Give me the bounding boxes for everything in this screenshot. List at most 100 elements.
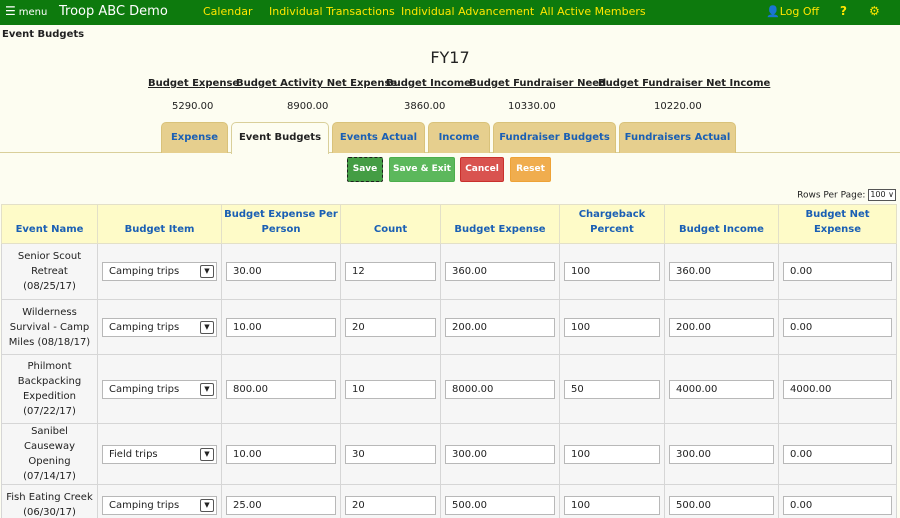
nav-link-individual-transactions[interactable]: Individual Transactions xyxy=(269,0,395,25)
summary-label-budget-expense: Budget Expense xyxy=(148,78,240,89)
expense-per-person-input[interactable] xyxy=(226,317,336,337)
save-button[interactable]: Save xyxy=(347,157,383,182)
chargeback-percent-cell xyxy=(559,243,665,300)
budget-net-expense-cell xyxy=(778,354,897,424)
budget-item-select[interactable]: Field trips ▼ xyxy=(102,444,217,464)
brand-title[interactable]: Troop ABC Demo xyxy=(59,0,168,25)
count-input[interactable] xyxy=(345,262,436,281)
tab-income[interactable]: Income xyxy=(428,122,490,153)
budget-income-cell xyxy=(664,299,779,355)
budget-expense-input[interactable] xyxy=(445,444,555,464)
gear-icon[interactable]: ⚙ xyxy=(869,0,880,25)
event-name-line: (07/22/17) xyxy=(23,406,76,417)
summary-label-fundraiser-net-income: Budget Fundraiser Net Income xyxy=(598,78,771,89)
chargeback-percent-input[interactable] xyxy=(564,317,660,337)
budget-income-input[interactable] xyxy=(669,444,774,464)
nav-link-calendar[interactable]: Calendar xyxy=(203,0,252,25)
budget-income-cell xyxy=(664,243,779,300)
col-header-event-name[interactable]: Event Name xyxy=(1,204,98,244)
budget-income-input[interactable] xyxy=(669,317,774,337)
col-header-budget-expense[interactable]: Budget Expense xyxy=(440,204,560,244)
nav-link-individual-advancement[interactable]: Individual Advancement xyxy=(401,0,534,25)
budget-item-cell: Camping trips ▼ xyxy=(97,484,222,518)
budget-net-expense-cell xyxy=(778,484,897,518)
count-cell xyxy=(340,423,441,485)
budget-item-select[interactable]: Camping trips ▼ xyxy=(102,379,217,399)
expense-per-person-input[interactable] xyxy=(226,379,336,399)
chargeback-percent-cell xyxy=(559,484,665,518)
chevron-down-icon: ▼ xyxy=(200,265,214,278)
budget-item-select[interactable]: Camping trips ▼ xyxy=(102,495,217,515)
cancel-button[interactable]: Cancel xyxy=(460,157,504,182)
col-header-budget-item[interactable]: Budget Item xyxy=(97,204,222,244)
event-name-line: Retreat xyxy=(31,266,68,277)
budget-expense-cell xyxy=(440,423,560,485)
count-input[interactable] xyxy=(345,317,436,337)
summary-value-budget-expense: 5290.00 xyxy=(172,101,214,112)
budget-item-value: Camping trips xyxy=(109,266,180,277)
budget-item-select[interactable]: Camping trips ▼ xyxy=(102,317,217,337)
reset-button[interactable]: Reset xyxy=(510,157,551,182)
help-icon[interactable]: ? xyxy=(840,0,847,25)
chargeback-percent-input[interactable] xyxy=(564,379,660,399)
expense-per-person-input[interactable] xyxy=(226,444,336,464)
budget-item-value: Field trips xyxy=(109,448,158,460)
summary-label-activity-net-expense: Budget Activity Net Expense xyxy=(236,78,398,89)
budget-expense-input[interactable] xyxy=(445,262,555,281)
col-header-budget-net-expense[interactable]: Budget Net Expense xyxy=(778,204,897,244)
menu-button[interactable]: ☰ menu xyxy=(5,0,47,25)
expense-per-person-cell xyxy=(221,484,341,518)
budget-net-expense-input[interactable] xyxy=(783,444,892,464)
expense-per-person-cell xyxy=(221,299,341,355)
table-row: Sanibel Causeway Opening (07/14/17) Field t… xyxy=(1,423,897,485)
rows-per-page-select[interactable]: 100 ∨ xyxy=(868,189,896,201)
count-input[interactable] xyxy=(345,444,436,464)
tab-events-actual[interactable]: Events Actual xyxy=(332,122,425,153)
col-header-expense-per-person[interactable]: Budget Expense Per Person xyxy=(221,204,341,244)
budget-expense-cell xyxy=(440,243,560,300)
count-input[interactable] xyxy=(345,495,436,515)
chargeback-percent-input[interactable] xyxy=(564,262,660,281)
budget-expense-input[interactable] xyxy=(445,317,555,337)
chargeback-percent-input[interactable] xyxy=(564,444,660,464)
table-row: Fish Eating Creek (06/30/17) Camping trips… xyxy=(1,484,897,518)
table-header-row: Event Name Budget Item Budget Expense Pe… xyxy=(1,204,897,244)
tab-fundraiser-budgets[interactable]: Fundraiser Budgets xyxy=(493,122,616,153)
col-header-budget-income[interactable]: Budget Income xyxy=(664,204,779,244)
budget-item-cell: Camping trips ▼ xyxy=(97,243,222,300)
nav-link-all-active-members[interactable]: All Active Members xyxy=(540,0,646,25)
budget-net-expense-input[interactable] xyxy=(783,317,892,337)
budget-net-expense-cell xyxy=(778,299,897,355)
chevron-down-icon: ∨ xyxy=(888,190,894,199)
tab-expense[interactable]: Expense xyxy=(161,122,228,153)
budget-expense-input[interactable] xyxy=(445,379,555,399)
budget-expense-input[interactable] xyxy=(445,495,555,515)
budget-net-expense-input[interactable] xyxy=(783,262,892,281)
event-name-line: Wilderness xyxy=(22,306,77,318)
event-name-line: Expedition xyxy=(22,391,77,402)
event-name-cell: Senior Scout Retreat (08/25/17) xyxy=(1,243,98,300)
budget-income-input[interactable] xyxy=(669,262,774,281)
logoff-link[interactable]: 👤Log Off xyxy=(766,0,819,25)
table-row: Senior Scout Retreat (08/25/17) Camping tri… xyxy=(1,243,897,300)
chargeback-percent-input[interactable] xyxy=(564,495,660,515)
budget-income-input[interactable] xyxy=(669,379,774,399)
event-name-line: Senior Scout xyxy=(17,251,82,262)
count-input[interactable] xyxy=(345,379,436,399)
expense-per-person-input[interactable] xyxy=(226,495,336,515)
budget-income-input[interactable] xyxy=(669,495,774,515)
tab-fundraisers-actual[interactable]: Fundraisers Actual xyxy=(619,122,736,153)
budget-net-expense-input[interactable] xyxy=(783,495,892,515)
expense-per-person-cell xyxy=(221,243,341,300)
budget-expense-cell xyxy=(440,484,560,518)
col-header-chargeback-percent[interactable]: Chargeback Percent xyxy=(559,204,665,244)
tab-event-budgets[interactable]: Event Budgets xyxy=(231,122,329,154)
budget-net-expense-input[interactable] xyxy=(783,379,892,399)
col-header-count[interactable]: Count xyxy=(340,204,441,244)
expense-per-person-input[interactable] xyxy=(226,262,336,281)
save-exit-button[interactable]: Save & Exit xyxy=(389,157,455,182)
event-name-line: Miles (08/18/17) xyxy=(8,336,91,348)
expense-per-person-cell xyxy=(221,423,341,485)
budget-item-select[interactable]: Camping trips ▼ xyxy=(102,262,217,281)
count-cell xyxy=(340,299,441,355)
